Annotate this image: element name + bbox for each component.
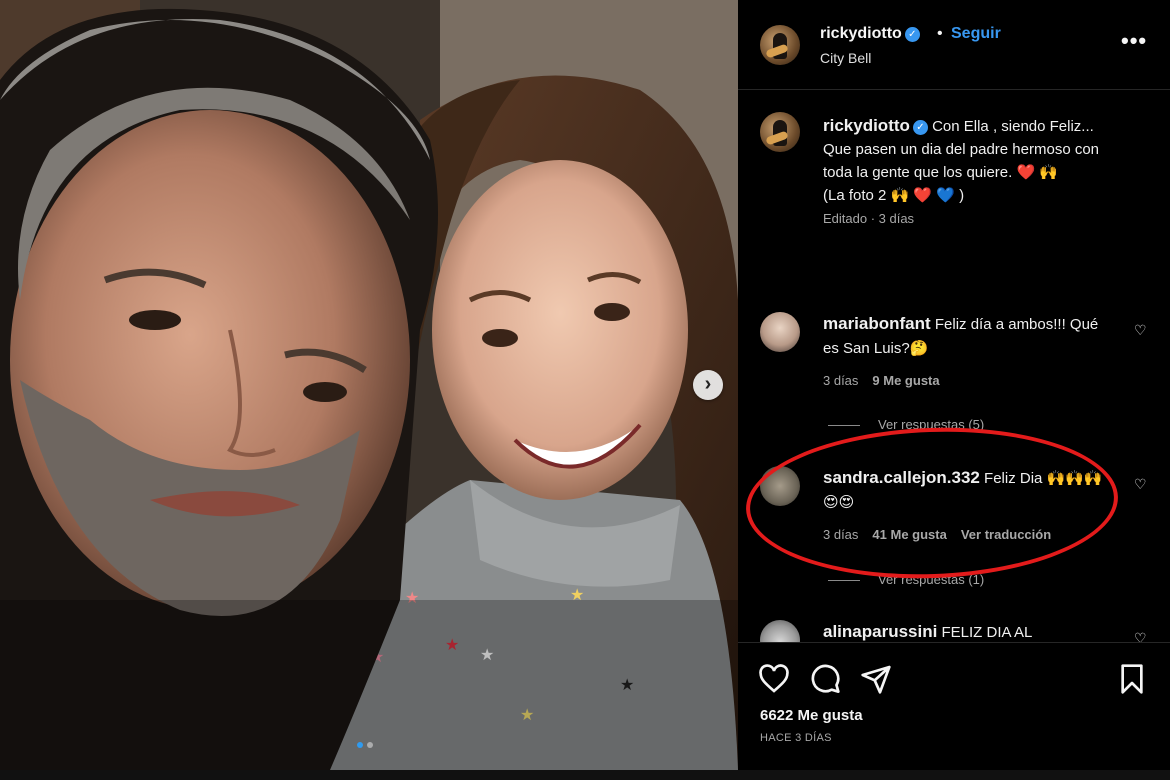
like-comment-heart-icon[interactable]: ♡ [1134, 630, 1147, 642]
like-heart-icon[interactable] [758, 663, 790, 695]
like-comment-heart-icon[interactable]: ♡ [1134, 322, 1147, 339]
share-paper-plane-icon[interactable] [860, 663, 892, 695]
save-bookmark-icon[interactable] [1116, 663, 1148, 695]
carousel-next-button[interactable]: › [693, 370, 723, 400]
caption-username[interactable]: rickydiotto [823, 116, 910, 135]
comment-username[interactable]: mariabonfant [823, 314, 931, 333]
post-side-panel: rickydiotto ✓ • Seguir City Bell ••• rick… [738, 0, 1170, 770]
comment-text: FELIZ DIA AL [937, 624, 1033, 641]
comment-item: mariabonfant Feliz día a ambos!!! Qué es… [823, 312, 1113, 361]
author-avatar[interactable] [760, 25, 800, 65]
verified-badge-icon: ✓ [912, 120, 928, 135]
follow-button[interactable]: Seguir [951, 25, 1001, 43]
comment-likes[interactable]: 9 Me gusta [872, 373, 939, 388]
header-separator: • [937, 25, 943, 42]
caption-text-line2: Que pasen un dia del padre hermoso con t… [823, 141, 1100, 181]
caption-text-line3: (La foto 2 🙌 ❤️ 💙 ) [823, 187, 965, 204]
photo-illustration: ★ ★ ★ ★ ★ ★ ★ [0, 0, 738, 770]
comment-time: 3 días [823, 373, 859, 388]
post-photo[interactable]: ★ ★ ★ ★ ★ ★ ★ › [0, 0, 738, 770]
carousel-dot [367, 742, 373, 748]
author-username[interactable]: rickydiotto [820, 25, 902, 42]
post-actions: 6622 Me gusta HACE 3 DÍAS [738, 642, 1170, 770]
comments-list[interactable]: rickydiotto ✓ Con Ella , siendo Feliz... … [738, 90, 1170, 642]
comment-item: alinaparussini FELIZ DIA AL [823, 620, 1113, 642]
author-username-link[interactable]: rickydiotto ✓ [820, 25, 920, 43]
location-link[interactable]: City Bell [820, 50, 871, 66]
caption-meta: Editado · 3 días [823, 211, 915, 226]
caption-author-avatar[interactable] [760, 112, 800, 152]
post-header: rickydiotto ✓ • Seguir City Bell ••• [738, 0, 1170, 90]
bottom-bar [0, 770, 1170, 780]
carousel-indicator [357, 742, 373, 748]
post-timestamp: HACE 3 DÍAS [760, 732, 832, 744]
verified-badge-icon: ✓ [904, 27, 920, 42]
comment-meta: 3 días 9 Me gusta [823, 373, 954, 388]
more-options-icon[interactable]: ••• [1121, 28, 1147, 54]
post-likes-count[interactable]: 6622 Me gusta [760, 707, 863, 724]
comment-username[interactable]: alinaparussini [823, 622, 937, 641]
commenter-avatar[interactable] [760, 620, 800, 642]
commenter-avatar[interactable] [760, 312, 800, 352]
carousel-dot-active [357, 742, 363, 748]
comment-bubble-icon[interactable] [809, 663, 841, 695]
post-caption: rickydiotto ✓ Con Ella , siendo Feliz... … [823, 114, 1123, 230]
like-comment-heart-icon[interactable]: ♡ [1134, 476, 1147, 493]
highlight-circle-annotation [743, 421, 1121, 585]
caption-text: Con Ella , siendo Feliz... [927, 118, 1094, 135]
